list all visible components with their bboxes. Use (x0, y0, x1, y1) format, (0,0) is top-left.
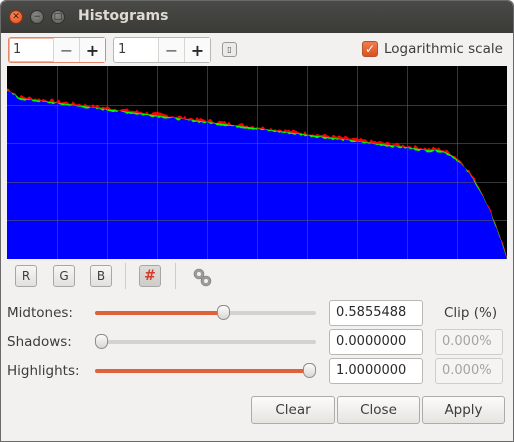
midtones-label: Midtones: (7, 305, 73, 321)
maximize-window-icon[interactable]: □ (51, 10, 65, 24)
clear-button[interactable]: Clear (251, 396, 335, 424)
midtones-slider-handle[interactable] (217, 305, 230, 320)
zoom-y-input[interactable]: 1 (114, 38, 158, 62)
reset-zoom-icon[interactable]: ▯ (222, 42, 237, 57)
highlights-slider[interactable] (95, 369, 316, 373)
gear-icon[interactable] (189, 265, 215, 289)
zoom-x-increment-button[interactable]: + (79, 38, 105, 62)
close-window-icon[interactable]: ✕ (9, 10, 23, 24)
toolbar-separator (175, 263, 176, 289)
histogram-plot (7, 66, 507, 259)
highlights-slider-fill (95, 369, 316, 373)
zoom-x-spinner: 1 − + (8, 37, 106, 63)
log-scale-label: Logarithmic scale (384, 41, 503, 57)
green-channel-button[interactable]: G (53, 265, 75, 287)
shadows-label: Shadows: (7, 334, 72, 350)
log-scale-toggle[interactable]: ✓ Logarithmic scale (362, 41, 503, 57)
zoom-x-decrement-button[interactable]: − (53, 38, 79, 62)
highlights-clip-field: 0.000% (435, 358, 503, 384)
close-button[interactable]: Close (337, 396, 420, 424)
shadows-input[interactable]: 0.0000000 (329, 329, 423, 355)
red-channel-button[interactable]: R (15, 265, 37, 287)
grid-toggle-button[interactable]: # (139, 265, 161, 287)
grid-icon: # (144, 268, 156, 284)
clip-header: Clip (%) (444, 305, 498, 321)
toolbar-separator (125, 263, 126, 289)
apply-button[interactable]: Apply (422, 396, 505, 424)
shadows-slider-handle[interactable] (95, 334, 108, 349)
zoom-y-decrement-button[interactable]: − (158, 38, 184, 62)
zoom-y-increment-button[interactable]: + (184, 38, 210, 62)
shadows-slider[interactable] (95, 340, 316, 344)
shadows-clip-field: 0.000% (435, 329, 503, 355)
log-scale-checkbox[interactable]: ✓ (362, 41, 378, 57)
zoom-x-input[interactable]: 1 (9, 38, 53, 62)
zoom-y-spinner: 1 − + (113, 37, 211, 63)
histogram-canvas (7, 66, 507, 259)
histograms-window: ✕ − □ Histograms 1 − + 1 − + ▯ ✓ Logarit… (0, 0, 514, 442)
midtones-slider[interactable] (95, 311, 316, 315)
highlights-slider-handle[interactable] (303, 363, 316, 378)
midtones-slider-fill (95, 311, 224, 315)
title-bar: ✕ − □ Histograms (1, 1, 513, 33)
midtones-input[interactable]: 0.5855488 (329, 300, 423, 326)
blue-channel-button[interactable]: B (90, 265, 112, 287)
highlights-input[interactable]: 1.0000000 (329, 358, 423, 384)
minimize-window-icon[interactable]: − (30, 10, 44, 24)
window-title: Histograms (78, 8, 169, 24)
highlights-label: Highlights: (7, 363, 80, 379)
